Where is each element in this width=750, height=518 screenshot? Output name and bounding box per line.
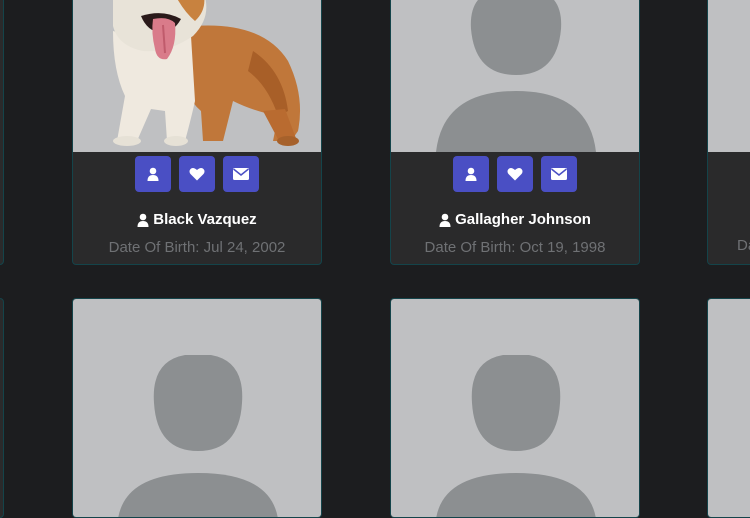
- profile-button[interactable]: [135, 156, 171, 192]
- mail-icon: [233, 168, 249, 180]
- profile-name: Black Vazquez: [73, 211, 321, 228]
- mail-icon: [551, 168, 567, 180]
- partial-card-right-bottom: [707, 298, 750, 518]
- profile-icon: [147, 167, 159, 181]
- message-button[interactable]: [541, 156, 577, 192]
- bulldog-photo: [73, 0, 321, 152]
- profile-card: Black Vazquez Date Of Birth: Jul 24, 200…: [72, 0, 322, 265]
- profile-card: Gallagher Johnson Date Of Birth: Oct 19,…: [390, 0, 640, 265]
- avatar-placeholder: [73, 299, 321, 517]
- favorite-button[interactable]: [497, 156, 533, 192]
- message-button[interactable]: [223, 156, 259, 192]
- heart-icon: [507, 167, 523, 181]
- profile-card: [390, 298, 640, 518]
- partial-card-left-top: [0, 0, 4, 265]
- profile-name: Gallagher Johnson: [391, 211, 639, 228]
- profile-button[interactable]: [453, 156, 489, 192]
- partial-card-left-bottom: [0, 298, 4, 518]
- heart-icon: [189, 167, 205, 181]
- partial-card-dob: Da: [737, 237, 750, 254]
- avatar-placeholder: [391, 299, 639, 517]
- partial-card-right-top: Da: [707, 0, 750, 265]
- user-icon: [439, 213, 451, 227]
- date-of-birth: Date Of Birth: Oct 19, 1998: [424, 239, 606, 256]
- profile-name-text: Gallagher Johnson: [455, 211, 591, 228]
- avatar-placeholder: [391, 0, 639, 152]
- profile-card: [72, 298, 322, 518]
- profile-icon: [465, 167, 477, 181]
- date-of-birth: Date Of Birth: Jul 24, 2002: [108, 239, 286, 256]
- profile-name-text: Black Vazquez: [153, 211, 257, 228]
- favorite-button[interactable]: [179, 156, 215, 192]
- user-icon: [137, 213, 149, 227]
